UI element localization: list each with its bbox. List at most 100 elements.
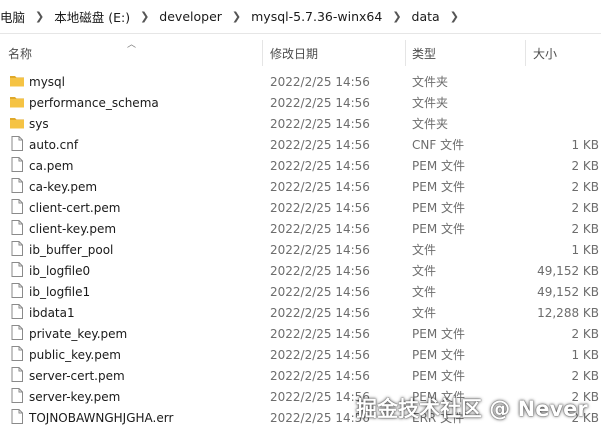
file-modified-date: 2022/2/25 14:56 xyxy=(270,96,370,110)
file-size: 1 KB xyxy=(571,138,599,152)
file-type: 文件 xyxy=(412,264,437,278)
file-row[interactable]: auto.cnf 2022/2/25 14:56 CNF 文件 1 KB xyxy=(0,135,601,156)
file-list: mysql 2022/2/25 14:56 文件夹 performance_schem… xyxy=(0,72,601,429)
file-modified-date: 2022/2/25 14:56 xyxy=(270,138,370,152)
file-name: sys xyxy=(29,117,49,131)
file-icon xyxy=(9,261,25,278)
column-header-size[interactable]: 大小 xyxy=(533,36,601,70)
file-row[interactable]: sys 2022/2/25 14:56 文件夹 xyxy=(0,114,601,135)
breadcrumb-local-disk-e[interactable]: 本地磁盘 (E:) xyxy=(50,7,134,26)
column-divider[interactable] xyxy=(262,40,263,66)
column-header-type[interactable]: 类型 xyxy=(412,36,522,70)
file-type: 文件夹 xyxy=(412,117,449,131)
file-size: 2 KB xyxy=(571,201,599,215)
file-size: 2 KB xyxy=(571,390,599,404)
file-icon xyxy=(9,303,25,320)
chevron-right-icon[interactable]: ❯ xyxy=(29,10,50,23)
file-size: 12,288 KB xyxy=(537,306,599,320)
file-modified-date: 2022/2/25 14:56 xyxy=(270,390,370,404)
breadcrumb-mysql[interactable]: mysql-5.7.36-winx64 xyxy=(247,9,386,24)
file-size: 2 KB xyxy=(571,222,599,236)
breadcrumb-developer[interactable]: developer xyxy=(155,9,226,24)
file-modified-date: 2022/2/25 14:56 xyxy=(270,159,370,173)
file-modified-date: 2022/2/25 14:56 xyxy=(270,201,370,215)
file-modified-date: 2022/2/25 14:56 xyxy=(270,348,370,362)
column-header-date[interactable]: 修改日期 xyxy=(270,36,405,70)
file-type: PEM 文件 xyxy=(412,201,465,215)
file-icon xyxy=(9,324,25,341)
file-size: 2 KB xyxy=(571,180,599,194)
file-type: PEM 文件 xyxy=(412,348,465,362)
column-header-size-label: 大小 xyxy=(533,46,558,61)
file-modified-date: 2022/2/25 14:56 xyxy=(270,75,370,89)
file-row[interactable]: mysql 2022/2/25 14:56 文件夹 xyxy=(0,72,601,93)
file-row[interactable]: public_key.pem 2022/2/25 14:56 PEM 文件 1 KB xyxy=(0,345,601,366)
file-icon xyxy=(9,198,25,215)
file-size: 2 KB xyxy=(571,159,599,173)
file-icon xyxy=(9,177,25,194)
file-icon xyxy=(9,345,25,362)
file-type: 文件夹 xyxy=(412,96,449,110)
file-row[interactable]: ib_logfile1 2022/2/25 14:56 文件 49,152 KB xyxy=(0,282,601,303)
breadcrumb: 电脑 ❯ 本地磁盘 (E:) ❯ developer ❯ mysql-5.7.3… xyxy=(0,0,601,34)
file-type: CNF 文件 xyxy=(412,138,465,152)
chevron-right-icon[interactable]: ❯ xyxy=(444,10,465,23)
file-modified-date: 2022/2/25 14:56 xyxy=(270,264,370,278)
file-icon xyxy=(9,282,25,299)
file-modified-date: 2022/2/25 14:56 xyxy=(270,243,370,257)
folder-icon xyxy=(9,114,25,131)
file-size: 1 KB xyxy=(571,243,599,257)
file-size: 1 KB xyxy=(571,348,599,362)
file-row[interactable]: performance_schema 2022/2/25 14:56 文件夹 xyxy=(0,93,601,114)
file-row[interactable]: TOJNOBAWNGHJGHA.err 2022/2/25 14:56 ERR 文件… xyxy=(0,408,601,429)
file-icon xyxy=(9,156,25,173)
column-header-name[interactable]: 名称 xyxy=(8,36,258,70)
chevron-right-icon[interactable]: ❯ xyxy=(386,10,407,23)
file-row[interactable]: server-key.pem 2022/2/25 14:56 PEM 文件 2 KB xyxy=(0,387,601,408)
file-type: PEM 文件 xyxy=(412,159,465,173)
file-size: 2 KB xyxy=(571,411,599,425)
breadcrumb-this-pc[interactable]: 电脑 xyxy=(0,7,29,26)
file-type: PEM 文件 xyxy=(412,180,465,194)
file-row[interactable]: ib_buffer_pool 2022/2/25 14:56 文件 1 KB xyxy=(0,240,601,261)
file-name: ca-key.pem xyxy=(29,180,98,194)
file-name: ibdata1 xyxy=(29,306,75,320)
file-type: 文件 xyxy=(412,285,437,299)
file-row[interactable]: server-cert.pem 2022/2/25 14:56 PEM 文件 2 KB xyxy=(0,366,601,387)
file-type: 文件 xyxy=(412,306,437,320)
file-name: server-cert.pem xyxy=(29,369,125,383)
file-icon xyxy=(9,408,25,425)
file-row[interactable]: ca.pem 2022/2/25 14:56 PEM 文件 2 KB xyxy=(0,156,601,177)
file-row[interactable]: client-key.pem 2022/2/25 14:56 PEM 文件 2 KB xyxy=(0,219,601,240)
file-row[interactable]: ca-key.pem 2022/2/25 14:56 PEM 文件 2 KB xyxy=(0,177,601,198)
file-type: PEM 文件 xyxy=(412,369,465,383)
folder-icon xyxy=(9,72,25,89)
file-icon xyxy=(9,240,25,257)
column-header-row: ︿ 名称 修改日期 类型 大小 xyxy=(0,36,601,70)
file-name: client-key.pem xyxy=(29,222,117,236)
file-row[interactable]: private_key.pem 2022/2/25 14:56 PEM 文件 2 KB xyxy=(0,324,601,345)
file-icon xyxy=(9,135,25,152)
file-modified-date: 2022/2/25 14:56 xyxy=(270,369,370,383)
file-name: mysql xyxy=(29,75,65,89)
chevron-right-icon[interactable]: ❯ xyxy=(134,10,155,23)
file-icon xyxy=(9,387,25,404)
breadcrumb-data[interactable]: data xyxy=(408,9,444,24)
file-modified-date: 2022/2/25 14:56 xyxy=(270,285,370,299)
file-icon xyxy=(9,366,25,383)
column-divider[interactable] xyxy=(405,40,406,66)
file-row[interactable]: ib_logfile0 2022/2/25 14:56 文件 49,152 KB xyxy=(0,261,601,282)
file-name: public_key.pem xyxy=(29,348,121,362)
file-name: private_key.pem xyxy=(29,327,128,341)
file-modified-date: 2022/2/25 14:56 xyxy=(270,411,370,425)
file-type: 文件 xyxy=(412,243,437,257)
chevron-right-icon[interactable]: ❯ xyxy=(226,10,247,23)
file-name: TOJNOBAWNGHJGHA.err xyxy=(29,411,174,425)
file-size: 49,152 KB xyxy=(537,264,599,278)
column-divider[interactable] xyxy=(525,40,526,66)
file-row[interactable]: client-cert.pem 2022/2/25 14:56 PEM 文件 2 KB xyxy=(0,198,601,219)
file-modified-date: 2022/2/25 14:56 xyxy=(270,117,370,131)
file-type: PEM 文件 xyxy=(412,222,465,236)
column-header-type-label: 类型 xyxy=(412,46,437,61)
file-row[interactable]: ibdata1 2022/2/25 14:56 文件 12,288 KB xyxy=(0,303,601,324)
